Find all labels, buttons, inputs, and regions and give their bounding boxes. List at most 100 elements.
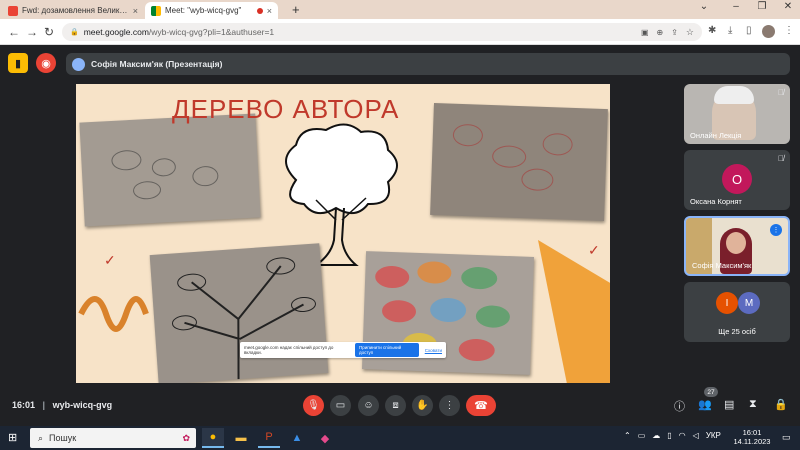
- host-controls-icon[interactable]: 🔒: [774, 398, 788, 411]
- taskbar-search[interactable]: ⌕ Пошук ✿: [30, 428, 196, 448]
- chat-icon[interactable]: ▤: [724, 398, 734, 411]
- recording-icon[interactable]: ◉: [36, 53, 56, 73]
- participant-hair: [714, 86, 754, 104]
- battery-icon[interactable]: ▯: [667, 431, 671, 440]
- gmail-icon: [8, 5, 18, 16]
- meeting-info: 16:01 | wyb-wicq-gvg: [12, 400, 112, 410]
- info-icon[interactable]: ⓘ: [674, 398, 685, 414]
- menu-icon[interactable]: ⋮: [784, 25, 794, 36]
- stop-sharing-button[interactable]: Припинити спільний доступ: [354, 343, 419, 357]
- leave-call-button[interactable]: ☎: [466, 395, 496, 416]
- more-options-button[interactable]: ⋮: [439, 395, 460, 416]
- mic-off-icon: 🎙̸: [778, 88, 784, 97]
- tab-close-icon[interactable]: ×: [133, 6, 138, 16]
- phone-hangup-icon: ☎: [474, 400, 488, 412]
- language-indicator[interactable]: УКР: [706, 431, 721, 440]
- participant-avatar: І: [716, 292, 738, 314]
- hand-icon: ✋: [416, 400, 429, 411]
- mic-off-icon: 🎙: [307, 400, 320, 411]
- cardboard-photo-3: [149, 243, 329, 383]
- search-icon: ⌕: [38, 432, 44, 443]
- camera-icon: ▭: [335, 400, 346, 411]
- people-count-badge: 27: [704, 387, 718, 397]
- activities-icon[interactable]: ▮: [8, 53, 28, 73]
- notifications-icon[interactable]: ▭: [782, 432, 791, 443]
- meeting-code: wyb-wicq-gvg: [52, 400, 113, 410]
- browser-toolbar: ← → ↻ 🔒 meet.google.com/wyb-wicq-gvg?pli…: [0, 19, 800, 45]
- meeting-time: 16:01: [12, 400, 36, 410]
- clock-date: 14.11.2023: [733, 437, 771, 446]
- participant-avatar: О: [722, 164, 752, 194]
- more-participants-label: Ще 25 осіб: [718, 327, 756, 336]
- reactions-button[interactable]: ☺: [358, 395, 379, 416]
- reload-button[interactable]: ↻: [44, 25, 54, 39]
- zoom-icon[interactable]: ⊕: [657, 28, 664, 37]
- volume-icon[interactable]: ◁: [693, 431, 699, 440]
- system-tray: ⌃ ▭ ☁ ▯ ◠ ◁ УКР: [624, 431, 721, 440]
- file-explorer-icon[interactable]: ▬: [230, 428, 252, 448]
- checkmark-icon: ✓: [588, 242, 600, 258]
- camera-in-use-icon[interactable]: ▣: [641, 28, 649, 37]
- participant-tile-sofia[interactable]: ⋮ Софія Максим'як: [684, 216, 790, 276]
- presentation-slide: ДЕРЕВО АВТОРА ✓ ✓ meet.google.com надає …: [76, 84, 610, 383]
- camera-toggle-button[interactable]: ▭: [330, 395, 351, 416]
- participant-face: [726, 232, 746, 254]
- presenter-name: Софія Максим'як (Презентація): [91, 59, 223, 69]
- extensions-icon[interactable]: ✱: [708, 25, 716, 36]
- paint-icon[interactable]: ◆: [314, 428, 336, 448]
- tab-meet[interactable]: Meet: "wyb-wicq-gvg" ×: [145, 2, 278, 19]
- clock-time: 16:01: [742, 428, 762, 437]
- people-icon[interactable]: 👥: [698, 398, 712, 411]
- slide-title: ДЕРЕВО АВТОРА: [172, 94, 400, 124]
- powerpoint-icon[interactable]: P: [258, 428, 280, 448]
- participant-avatar: М: [738, 292, 760, 314]
- cloud-icon[interactable]: ☁: [652, 431, 660, 440]
- taskbar-clock[interactable]: 16:01 14.11.2023: [730, 428, 774, 446]
- raise-hand-button[interactable]: ✋: [412, 395, 433, 416]
- cardboard-photo-1: [79, 113, 261, 227]
- tab-gmail[interactable]: Fwd: дозамовлення Великі Бр ×: [2, 2, 144, 19]
- present-screen-icon: ⧈: [392, 400, 399, 411]
- profile-avatar[interactable]: [762, 25, 775, 38]
- participant-tile-lecture[interactable]: 🎙̸ Онлайн Лекція: [684, 84, 790, 144]
- participant-name: Софія Максим'як: [692, 261, 752, 270]
- download-icon[interactable]: ⤓: [728, 25, 732, 36]
- hide-banner-link[interactable]: Сховати: [425, 348, 442, 353]
- share-icon[interactable]: ⇪: [671, 28, 678, 37]
- address-bar[interactable]: 🔒 meet.google.com/wyb-wicq-gvg?pli=1&aut…: [62, 23, 702, 41]
- share-banner-text: meet.google.com надає спільний доступ до…: [244, 345, 334, 355]
- checkmark-icon: ✓: [104, 252, 116, 268]
- photos-icon[interactable]: ▲: [286, 428, 308, 448]
- speaking-indicator-icon: ⋮: [770, 224, 782, 236]
- activities-shapes-icon[interactable]: ⧗: [749, 398, 757, 411]
- url-path: /wyb-wicq-gvg?pli=1&authuser=1: [148, 27, 275, 37]
- participant-name: Онлайн Лекція: [690, 131, 742, 140]
- present-button[interactable]: ⧈: [385, 395, 406, 416]
- presenter-banner: Софія Максим'як (Презентація): [66, 53, 790, 75]
- participant-tile-oksana[interactable]: О 🎙̸ Оксана Корнят: [684, 150, 790, 210]
- sidepanel-icon[interactable]: ▯: [746, 25, 752, 36]
- tab-search-icon[interactable]: ⌄: [688, 1, 720, 12]
- tab-close-icon[interactable]: ×: [267, 6, 272, 16]
- close-window-button[interactable]: ✕: [772, 1, 800, 12]
- participant-tile-more[interactable]: І М Ще 25 осіб: [684, 282, 790, 342]
- orange-swirl-decoration: [78, 296, 149, 332]
- wifi-icon[interactable]: ◠: [679, 431, 686, 440]
- chevron-up-icon[interactable]: ⌃: [624, 431, 631, 440]
- lock-icon: 🔒: [70, 29, 79, 36]
- presenter-avatar-icon: [72, 57, 85, 71]
- windows-start-icon[interactable]: ⊞: [8, 431, 17, 444]
- more-vert-icon: ⋮: [444, 400, 455, 411]
- bookmark-star-icon[interactable]: ☆: [686, 27, 694, 38]
- tab-strip: Fwd: дозамовлення Великі Бр × Meet: "wyb…: [0, 0, 800, 19]
- forward-button[interactable]: →: [26, 25, 38, 39]
- separator: |: [42, 400, 46, 410]
- orange-shape-decoration: [538, 240, 610, 383]
- network-icon[interactable]: ▭: [638, 431, 646, 440]
- chrome-taskbar-icon[interactable]: ●: [202, 428, 224, 448]
- new-tab-button[interactable]: +: [292, 2, 300, 17]
- tab-title: Fwd: дозамовлення Великі Бр: [22, 6, 129, 15]
- url-host: meet.google.com: [83, 27, 149, 37]
- mic-toggle-button[interactable]: 🎙: [303, 395, 324, 416]
- back-button[interactable]: ←: [8, 25, 20, 39]
